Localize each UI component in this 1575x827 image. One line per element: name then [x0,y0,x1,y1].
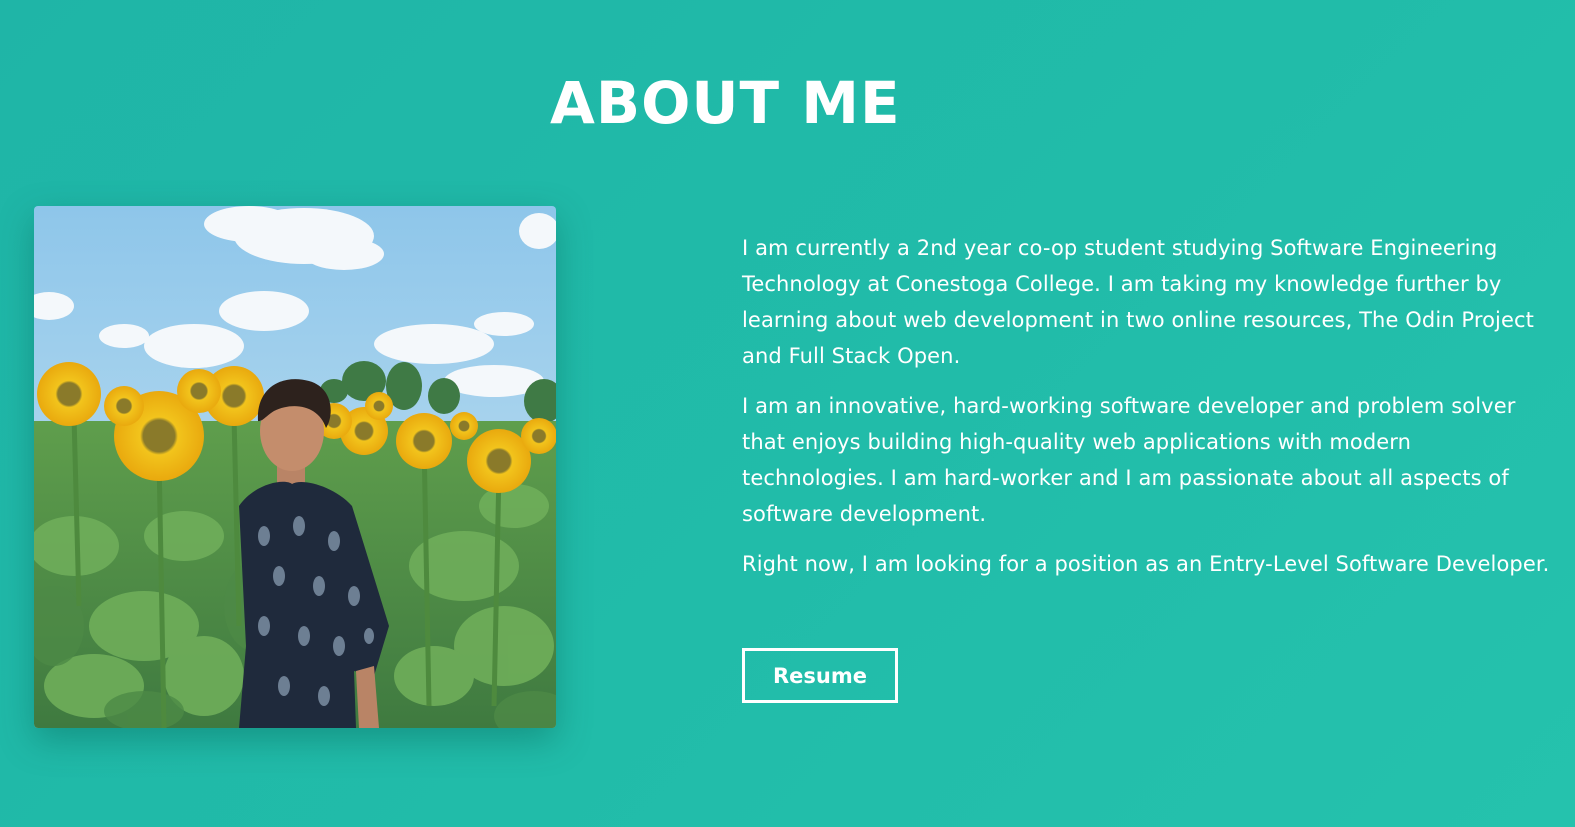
profile-photo-illustration [34,206,556,728]
bio-paragraph-2: I am an innovative, hard-working softwar… [742,394,1516,526]
about-section: ABOUT ME I am currently a 2nd year co-op… [0,0,1575,827]
bio-paragraph-1: I am currently a 2nd year co-op student … [742,236,1534,368]
profile-photo [34,206,556,728]
section-title: ABOUT ME [550,69,901,137]
resume-button[interactable]: Resume [742,648,898,703]
bio-paragraph-3: Right now, I am looking for a position a… [742,552,1550,576]
about-bio: I am currently a 2nd year co-op student … [742,230,1554,596]
